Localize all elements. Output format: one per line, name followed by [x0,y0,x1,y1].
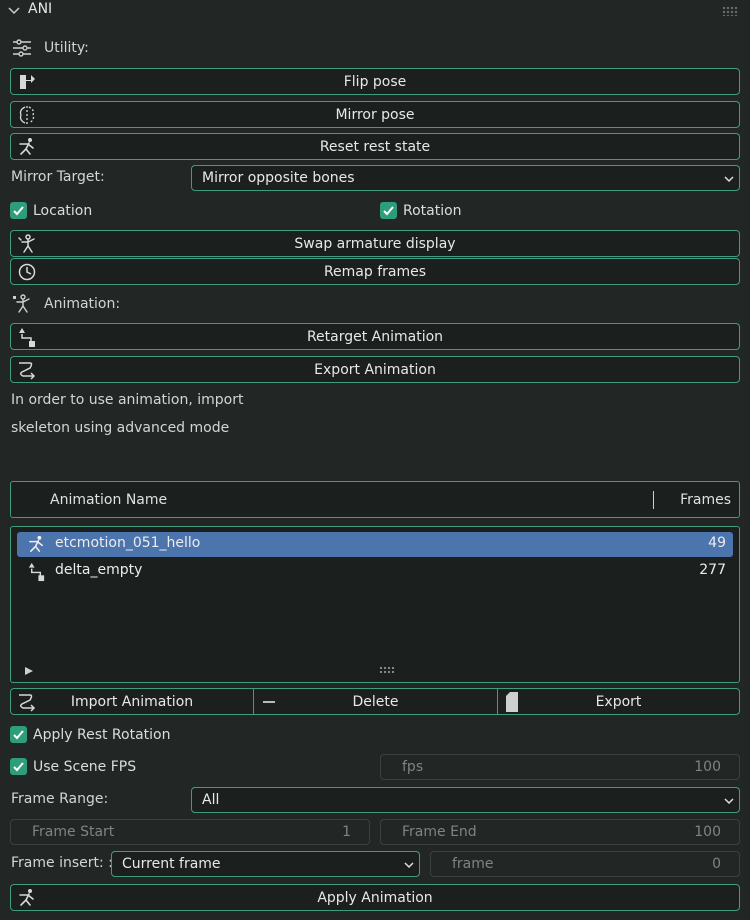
frame-range-value: All [202,792,220,808]
utility-label: Utility: [44,40,89,56]
animation-list[interactable]: etcmotion_051_hello 49 delta_empty 277 [10,526,740,683]
mirror-pose-label: Mirror pose [335,106,415,123]
clock-icon [18,263,36,281]
armature-icon [13,294,30,313]
panel-header[interactable]: ANI [0,0,750,22]
checkmark-icon [10,202,27,219]
mirror-target-label: Mirror Target: [11,169,105,185]
mirror-pose-icon [19,106,35,124]
chevron-down-icon [724,798,734,805]
frame-label: frame [452,856,494,872]
retarget-icon [28,562,45,582]
apply-animation-label: Apply Animation [317,889,433,906]
mirror-target-select[interactable]: Mirror opposite bones [191,165,740,191]
mirror-target-value: Mirror opposite bones [202,170,355,186]
sliders-icon [13,39,31,57]
drag-grip-icon[interactable] [722,6,738,16]
expand-triangle-icon[interactable] [24,666,34,676]
import-animation-label: Import Animation [70,693,194,710]
checkmark-icon [10,758,27,775]
retarget-animation-label: Retarget Animation [306,328,444,345]
use-scene-fps-label: Use Scene FPS [33,758,137,775]
frame-start-field[interactable]: Frame Start 1 [10,819,370,845]
column-frames[interactable]: Frames [680,492,731,508]
curve-arrow-icon [19,362,36,380]
frame-start-value: 1 [342,824,351,840]
apply-rest-rotation-checkbox[interactable]: Apply Rest Rotation [10,726,170,743]
remap-frames-label: Remap frames [323,263,427,280]
fps-label: fps [402,759,424,775]
checkmark-icon [10,726,27,743]
delete-label: Delete [352,693,399,710]
reset-rest-state-label: Reset rest state [319,138,431,155]
chevron-down-icon[interactable] [7,4,21,18]
fps-value: 100 [694,759,721,775]
frame-insert-label: Frame insert: : [11,855,113,871]
minus-icon [263,701,275,703]
pose-figure-icon [29,535,43,552]
pose-figure-icon [19,138,34,155]
frame-field[interactable]: frame 0 [430,851,740,877]
frame-end-field[interactable]: Frame End 100 [380,819,740,845]
animation-label: Animation: [44,296,121,312]
swap-armature-display-button[interactable]: Swap armature display [10,230,740,257]
rotation-checkbox[interactable]: Rotation [380,202,462,219]
curve-arrow-icon [19,694,36,712]
animation-list-header: Animation Name Frames [10,481,740,518]
flip-pose-label: Flip pose [343,73,407,90]
frame-insert-select[interactable]: Current frame [111,851,420,877]
export-button[interactable]: Export [498,689,739,714]
fps-field[interactable]: fps 100 [380,754,740,780]
pose-figure-icon [19,889,34,906]
apply-rest-rotation-label: Apply Rest Rotation [33,726,171,743]
armature-icon [18,234,35,253]
export-label: Export [595,693,642,710]
info-text-line1: In order to use animation, import [11,392,244,408]
frame-end-label: Frame End [402,824,477,840]
resize-grip-icon[interactable] [379,666,395,674]
location-checkbox[interactable]: Location [10,202,92,219]
flip-pose-button[interactable]: Flip pose [10,68,740,95]
list-item-name: etcmotion_051_hello [55,535,201,551]
location-label: Location [33,202,93,219]
frame-range-label: Frame Range: [11,791,109,807]
frame-insert-value: Current frame [122,856,221,872]
animation-section-label: Animation: [11,292,120,316]
list-item-frames: 277 [699,562,726,578]
apply-animation-button[interactable]: Apply Animation [10,884,740,911]
list-item[interactable]: delta_empty 277 [17,559,733,584]
mirror-pose-button[interactable]: Mirror pose [10,101,740,128]
remap-frames-button[interactable]: Remap frames [10,258,740,285]
chevron-down-icon [404,862,414,869]
info-text-line2: skeleton using advanced mode [11,420,230,436]
checkmark-icon [380,202,397,219]
utility-section-label: Utility: [11,36,89,60]
list-item-frames: 49 [708,535,726,551]
list-item[interactable]: etcmotion_051_hello 49 [17,532,733,557]
rotation-label: Rotation [403,202,462,219]
use-scene-fps-checkbox[interactable]: Use Scene FPS [10,758,136,775]
column-animation-name[interactable]: Animation Name [50,492,167,508]
export-animation-button[interactable]: Export Animation [10,356,740,383]
panel-title: ANI [28,1,53,17]
list-actions-group: Import Animation Delete Export [10,688,740,715]
frame-value: 0 [712,856,721,872]
frame-range-select[interactable]: All [191,787,740,813]
frame-start-label: Frame Start [32,824,115,840]
flip-pose-icon [20,75,35,89]
retarget-icon [19,328,35,347]
retarget-animation-button[interactable]: Retarget Animation [10,323,740,350]
import-animation-button[interactable]: Import Animation [11,689,253,714]
file-icon [506,692,518,712]
list-item-name: delta_empty [55,562,143,578]
frame-end-value: 100 [694,824,721,840]
column-separator[interactable] [653,491,654,509]
chevron-down-icon [724,176,734,183]
delete-button[interactable]: Delete [254,689,497,714]
reset-rest-state-button[interactable]: Reset rest state [10,133,740,160]
export-animation-label: Export Animation [314,361,436,378]
swap-armature-display-label: Swap armature display [294,235,456,252]
